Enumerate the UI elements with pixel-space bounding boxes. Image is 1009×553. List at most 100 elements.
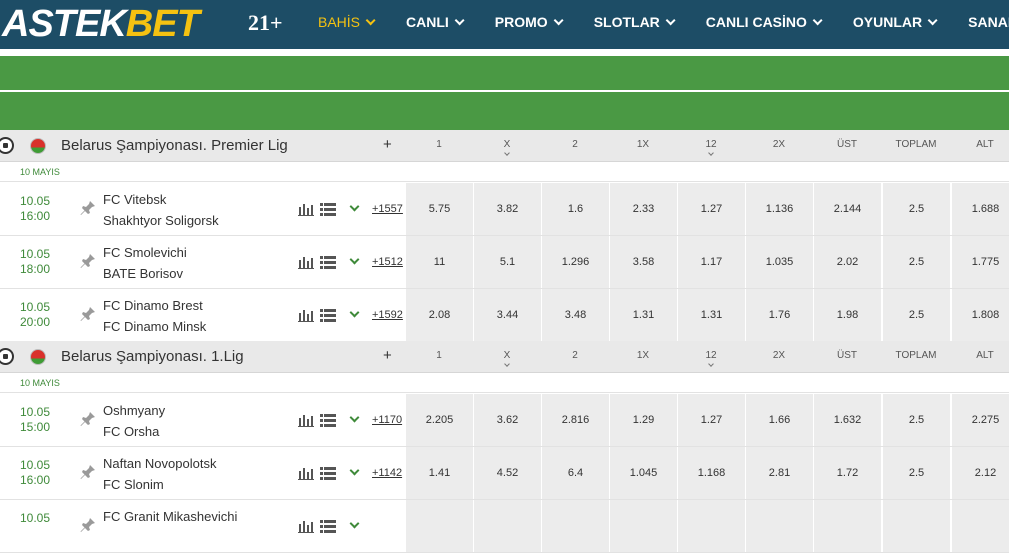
more-markets-link[interactable]: +1170 (372, 414, 402, 426)
odd-cell-2[interactable]: 3.48 (542, 289, 609, 341)
pin-icon[interactable] (80, 253, 96, 269)
odd-cell-x[interactable]: 3.44 (474, 289, 541, 341)
odd-cell-2x[interactable] (746, 500, 813, 552)
odd-cell-üst[interactable] (814, 500, 881, 552)
pin-icon[interactable] (80, 306, 96, 322)
odd-cell-2[interactable]: 1.6 (542, 183, 609, 235)
nav-item-canli[interactable]: CANLI (406, 14, 465, 30)
odd-cell-1[interactable]: 2.08 (406, 289, 473, 341)
odd-cell-12[interactable]: 1.168 (678, 447, 745, 499)
more-markets-link[interactable]: +1557 (372, 203, 403, 215)
site-logo[interactable]: ASTEK BET (2, 3, 200, 45)
statistics-icon[interactable] (298, 467, 314, 480)
statistics-icon[interactable] (298, 256, 314, 269)
odd-cell-üst[interactable]: 2.02 (814, 236, 881, 288)
statistics-icon[interactable] (298, 414, 314, 427)
match-row[interactable]: 10.05 18:00 FC Smolevichi BATE Borisov +1512… (0, 236, 1009, 289)
match-row[interactable]: 10.05 16:00 FC Vitebsk Shakhtyor Soligorsk +… (0, 183, 1009, 236)
odd-cell-12[interactable] (678, 500, 745, 552)
chevron-down-icon[interactable] (349, 201, 360, 212)
pin-icon[interactable] (80, 464, 96, 480)
odd-cell-alt[interactable]: 2.12 (952, 447, 1009, 499)
odd-cell-1x[interactable]: 1.045 (610, 447, 677, 499)
odd-cell-x[interactable]: 5.1 (474, 236, 541, 288)
match-row[interactable]: 10.05 16:00 Naftan Novopolotsk FC Slonim +11… (0, 447, 1009, 500)
list-icon[interactable] (320, 256, 336, 269)
chevron-down-icon[interactable] (349, 412, 360, 423)
list-icon[interactable] (320, 520, 336, 533)
list-icon[interactable] (320, 467, 336, 480)
odd-cell-alt[interactable] (952, 500, 1009, 552)
odd-cell-1[interactable]: 5.75 (406, 183, 473, 235)
add-league-button[interactable]: + (383, 347, 392, 364)
odd-cell-toplam[interactable]: 2.5 (883, 289, 950, 341)
nav-item-promo[interactable]: PROMO (495, 14, 564, 30)
odd-cell-alt[interactable]: 1.775 (952, 236, 1009, 288)
odd-cell-üst[interactable]: 1.72 (814, 447, 881, 499)
odd-cell-alt[interactable]: 1.808 (952, 289, 1009, 341)
odd-cell-1[interactable]: 1.41 (406, 447, 473, 499)
odd-cell-1[interactable]: 2.205 (406, 394, 473, 446)
odd-cell-1x[interactable]: 2.33 (610, 183, 677, 235)
more-markets-link[interactable]: +1142 (372, 467, 402, 479)
odd-cell-üst[interactable]: 1.632 (814, 394, 881, 446)
list-icon[interactable] (320, 414, 336, 427)
more-markets-link[interactable]: +1592 (372, 309, 403, 321)
pin-icon[interactable] (80, 517, 96, 533)
list-icon[interactable] (320, 309, 336, 322)
odd-cell-üst[interactable]: 1.98 (814, 289, 881, 341)
odd-cell-1x[interactable] (610, 500, 677, 552)
statistics-icon[interactable] (298, 309, 314, 322)
list-icon[interactable] (320, 203, 336, 216)
nav-item-sanal-spor[interactable]: SANAL SPOR (968, 14, 1009, 30)
odd-cell-2x[interactable]: 1.66 (746, 394, 813, 446)
nav-item-oyunlar[interactable]: OYUNLAR (853, 14, 938, 30)
odd-cell-toplam[interactable]: 2.5 (883, 447, 950, 499)
odd-cell-toplam[interactable] (883, 500, 950, 552)
odd-cell-2[interactable]: 2.816 (542, 394, 609, 446)
chevron-down-icon[interactable] (349, 307, 360, 318)
odd-cell-1[interactable] (406, 500, 473, 552)
odd-cell-2x[interactable]: 1.136 (746, 183, 813, 235)
odd-cell-2[interactable] (542, 500, 609, 552)
odd-cell-x[interactable]: 3.62 (474, 394, 541, 446)
odd-cell-x[interactable]: 4.52 (474, 447, 541, 499)
match-row[interactable]: 10.05 20:00 FC Dinamo Brest FC Dinamo Minsk… (0, 289, 1009, 342)
match-row[interactable]: 10.05 15:00 Oshmyany FC Orsha +1170 2.205 3.62… (0, 394, 1009, 447)
odd-cell-12[interactable]: 1.27 (678, 183, 745, 235)
odd-cell-alt[interactable]: 2.275 (952, 394, 1009, 446)
pin-icon[interactable] (80, 200, 96, 216)
odd-cell-12[interactable]: 1.27 (678, 394, 745, 446)
pin-icon[interactable] (80, 411, 96, 427)
chevron-down-icon[interactable] (349, 518, 360, 529)
chevron-down-icon[interactable] (349, 465, 360, 476)
chevron-down-icon[interactable] (349, 254, 360, 265)
nav-item-slotlar[interactable]: SLOTLAR (594, 14, 676, 30)
odd-cell-1[interactable]: 11 (406, 236, 473, 288)
nav-item-canli-casino[interactable]: CANLI CASİNO (706, 14, 823, 30)
odd-cell-toplam[interactable]: 2.5 (883, 236, 950, 288)
odd-cell-2x[interactable]: 1.035 (746, 236, 813, 288)
statistics-icon[interactable] (298, 203, 314, 216)
odd-cell-2[interactable]: 6.4 (542, 447, 609, 499)
odd-cell-x[interactable] (474, 500, 541, 552)
odd-cell-12[interactable]: 1.31 (678, 289, 745, 341)
odd-cell-1x[interactable]: 3.58 (610, 236, 677, 288)
odd-cell-2[interactable]: 1.296 (542, 236, 609, 288)
odd-cell-2x[interactable]: 1.76 (746, 289, 813, 341)
odd-cell-toplam[interactable]: 2.5 (883, 394, 950, 446)
odd-cell-x[interactable]: 3.82 (474, 183, 541, 235)
odd-cell-12[interactable]: 1.17 (678, 236, 745, 288)
odd-cell-1x[interactable]: 1.29 (610, 394, 677, 446)
more-markets-link[interactable]: +1512 (372, 256, 403, 268)
odd-cell-üst[interactable]: 2.144 (814, 183, 881, 235)
add-league-button[interactable]: + (383, 136, 392, 153)
odd-cell-2x[interactable]: 2.81 (746, 447, 813, 499)
nav-item-bahis[interactable]: BAHİS (318, 14, 376, 30)
league-header[interactable]: Belarus Şampiyonası. 1.Lig + 1 X 2 1X 12… (0, 341, 1009, 373)
match-row[interactable]: 10.05 FC Granit Mikashevichi (0, 500, 1009, 553)
odd-cell-1x[interactable]: 1.31 (610, 289, 677, 341)
statistics-icon[interactable] (298, 520, 314, 533)
league-header[interactable]: Belarus Şampiyonası. Premier Lig + 1 X 2… (0, 130, 1009, 162)
odd-cell-toplam[interactable]: 2.5 (883, 183, 950, 235)
